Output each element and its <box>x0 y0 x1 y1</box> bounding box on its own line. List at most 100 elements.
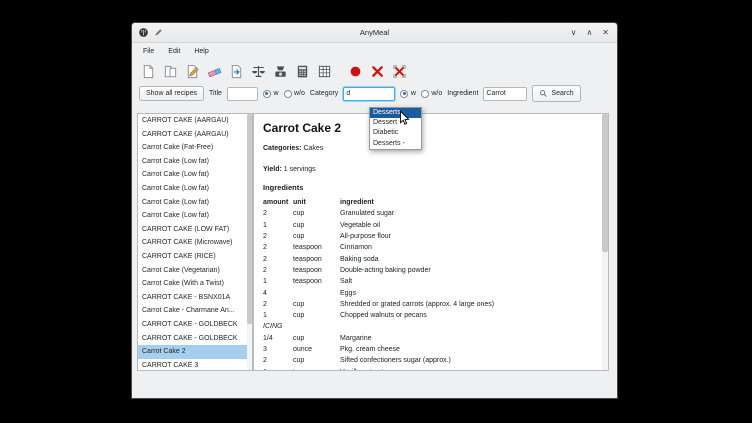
ingredient-row: 2cupShredded or grated carrots (approx. … <box>263 299 494 310</box>
ingredient-cell: Sifted confectioners sugar (approx.) <box>340 355 494 366</box>
category-without-label: w/o <box>431 90 442 97</box>
ingredient-row: 4Eggs <box>263 287 494 298</box>
scrollbar-thumb[interactable] <box>247 114 252 324</box>
amount-cell: 2 <box>263 355 293 366</box>
list-item[interactable]: Carrot Cake - Charmane An... <box>138 304 247 318</box>
ingredient-cell: Vanilla extract <box>340 366 494 371</box>
balance-scale-icon <box>251 64 266 79</box>
list-item[interactable]: Carrot Cake (Vegetarian) <box>138 264 247 278</box>
ingredient-filter-input[interactable] <box>483 87 527 101</box>
categories-label: Categories: <box>263 145 302 152</box>
close-database-icon <box>392 64 407 79</box>
title-with-radio[interactable]: w <box>263 90 279 98</box>
list-item[interactable]: CARROT CAKE - BSNX01A <box>138 291 247 305</box>
menu-help[interactable]: Help <box>187 46 215 57</box>
close-database-button[interactable] <box>390 62 408 80</box>
categories-value: Cakes <box>303 145 323 152</box>
col-ingredient: ingredient <box>340 197 494 208</box>
list-item[interactable]: CARROT CAKE 3 <box>138 359 247 371</box>
unit-cell: teaspoon <box>293 242 340 253</box>
list-item[interactable]: Carrot Cake (With a Twist) <box>138 277 247 291</box>
list-item[interactable]: Carrot Cake (Low fat) <box>138 182 247 196</box>
titlebar[interactable]: AnyMeal ∨ ∧ ✕ <box>132 23 617 43</box>
nutrition-table-button[interactable] <box>315 62 333 80</box>
window-controls: ∨ ∧ ✕ <box>571 29 617 37</box>
ingredients-body: 2cupGranulated sugar1cupVegetable oil2cu… <box>263 208 494 371</box>
list-item[interactable]: Carrot Cake (Low fat) <box>138 155 247 169</box>
radio-dot-icon <box>400 90 408 98</box>
list-item[interactable]: CARROT CAKE (Microwave) <box>138 236 247 250</box>
recipe-list-scrollbar[interactable] <box>247 114 252 370</box>
unit-cell: teaspoon <box>293 253 340 264</box>
yield-value: 1 servings <box>284 166 316 173</box>
ingredient-cell: All-purpose flour <box>340 231 494 242</box>
scrollbar-thumb[interactable] <box>602 114 608 252</box>
category-filter-input[interactable] <box>343 87 395 101</box>
ingredient-cell: Salt <box>340 276 494 287</box>
amount-cell: 4 <box>263 287 293 298</box>
dropdown-item[interactable]: Dessert <box>370 118 421 128</box>
title-filter-input[interactable] <box>227 87 258 101</box>
list-item[interactable]: CARROT CAKE (LOW FAT) <box>138 223 247 237</box>
category-without-radio[interactable]: w/o <box>421 90 442 98</box>
list-item[interactable]: CARROT CAKE (AARGAU) <box>138 128 247 142</box>
amount-cell: 3 <box>263 344 293 355</box>
menu-file[interactable]: File <box>136 46 161 57</box>
amount-cell: 1 <box>263 366 293 371</box>
close-button[interactable]: ✕ <box>602 29 609 37</box>
maximize-button[interactable]: ∧ <box>586 29 592 37</box>
ingredient-cell: Baking soda <box>340 253 494 264</box>
radio-circle-icon <box>284 90 292 98</box>
search-button[interactable]: Search <box>532 85 580 102</box>
list-item[interactable]: Carrot Cake (Low fat) <box>138 168 247 182</box>
new-recipe-button[interactable] <box>139 62 157 80</box>
ingredient-row: 1cupChopped walnuts or pecans <box>263 310 494 321</box>
col-amount: amount <box>263 197 293 208</box>
recipe-yield-line: Yield: 1 servings <box>263 166 594 173</box>
category-with-radio[interactable]: w <box>400 90 416 98</box>
ingredient-cell: Vegetable oil <box>340 220 494 231</box>
recipe-view-scrollbar[interactable] <box>602 114 608 370</box>
dropdown-item[interactable]: Desserts - <box>370 139 421 149</box>
amount-cell: 1 <box>263 220 293 231</box>
unit-cell: ounce <box>293 344 340 355</box>
minimize-button[interactable]: ∨ <box>571 29 577 37</box>
export-recipe-button[interactable] <box>227 62 245 80</box>
list-item[interactable]: Carrot Cake 2 <box>138 345 247 359</box>
list-item[interactable]: CARROT CAKE - GOLDBECK <box>138 318 247 332</box>
pin-icon[interactable] <box>153 27 164 38</box>
list-item[interactable]: Carrot Cake (Fat-Free) <box>138 141 247 155</box>
calculator-button[interactable] <box>293 62 311 80</box>
list-item[interactable]: CARROT CAKE (RICE) <box>138 250 247 264</box>
ingredient-section-row: ICING <box>263 321 494 332</box>
unit-cell <box>293 287 340 298</box>
ingredient-row: 1teaspoonSalt <box>263 276 494 287</box>
show-all-recipes-button[interactable]: Show all recipes <box>139 86 204 101</box>
ingredient-section-label: ICING <box>263 321 494 332</box>
dropdown-item[interactable]: Desserts <box>370 108 421 118</box>
list-item[interactable]: CARROT CAKE (AARGAU) <box>138 114 247 128</box>
recipe-view-panel: Carrot Cake 2 Categories: Cakes Yield: 1… <box>253 113 609 371</box>
title-without-radio[interactable]: w/o <box>284 90 305 98</box>
col-unit: unit <box>293 197 340 208</box>
amount-cell: 1 <box>263 276 293 287</box>
menu-edit[interactable]: Edit <box>161 46 187 57</box>
edit-recipe-button[interactable] <box>183 62 201 80</box>
dropdown-item[interactable]: Diabetic <box>370 128 421 138</box>
erase-button[interactable] <box>205 62 223 80</box>
delete-recipe-button[interactable] <box>368 62 386 80</box>
record-button[interactable] <box>346 62 364 80</box>
list-item[interactable]: CARROT CAKE - GOLDBECK <box>138 332 247 346</box>
delete-recipe-icon <box>370 64 385 79</box>
list-item[interactable]: Carrot Cake (Low fat) <box>138 196 247 210</box>
category-filter-label: Category <box>310 90 338 97</box>
ingredient-row: 3ouncePkg. cream cheese <box>263 344 494 355</box>
list-item[interactable]: Carrot Cake (Low fat) <box>138 209 247 223</box>
open-database-button[interactable] <box>161 62 179 80</box>
balance-scale-button[interactable] <box>249 62 267 80</box>
unit-cell: cup <box>293 299 340 310</box>
unit-cell: cup <box>293 310 340 321</box>
unit-cell: cup <box>293 220 340 231</box>
kitchen-scale-button[interactable] <box>271 62 289 80</box>
ingredient-row: 2cupSifted confectioners sugar (approx.) <box>263 355 494 366</box>
